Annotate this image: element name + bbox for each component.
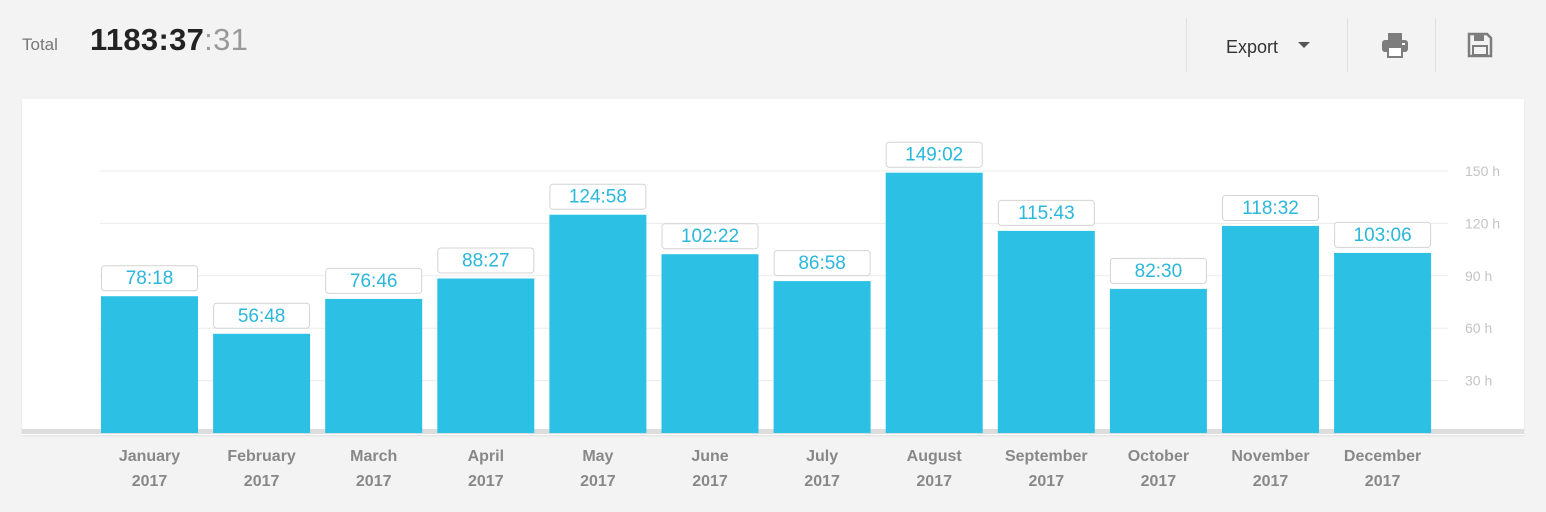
bar xyxy=(325,298,423,433)
value-label: 56:48 xyxy=(238,306,286,327)
value-label: 115:43 xyxy=(1018,203,1075,224)
value-label: 78:18 xyxy=(126,268,174,289)
category-label-month: July xyxy=(806,448,838,465)
bar xyxy=(1222,225,1319,433)
y-tick-label: 150 h xyxy=(1465,163,1500,179)
bar xyxy=(213,333,311,433)
category-label-month: January xyxy=(119,448,180,465)
category-label-month: August xyxy=(907,448,963,465)
category-label-year: 2017 xyxy=(580,473,616,490)
category-label-month: November xyxy=(1231,448,1309,465)
bar xyxy=(1334,252,1432,433)
bar xyxy=(437,278,535,433)
category-label-year: 2017 xyxy=(244,473,280,490)
value-label: 86:58 xyxy=(798,253,846,274)
category-label-year: 2017 xyxy=(1141,473,1177,490)
value-label: 76:46 xyxy=(350,271,398,292)
value-label: 118:32 xyxy=(1242,198,1299,219)
value-label: 88:27 xyxy=(462,251,510,272)
category-label-month: May xyxy=(582,448,613,465)
category-label-month: December xyxy=(1344,448,1421,465)
category-label-month: October xyxy=(1128,448,1189,465)
category-label-year: 2017 xyxy=(692,473,728,490)
category-label-year: 2017 xyxy=(916,473,952,490)
bar xyxy=(1109,288,1207,433)
category-label-year: 2017 xyxy=(1253,473,1289,490)
category-label-year: 2017 xyxy=(1029,473,1065,490)
value-label: 149:02 xyxy=(905,145,963,166)
y-tick-label: 30 h xyxy=(1465,373,1492,389)
bar xyxy=(101,296,198,433)
y-tick-label: 120 h xyxy=(1465,215,1500,231)
category-label-month: March xyxy=(350,448,397,465)
category-label-year: 2017 xyxy=(356,473,392,490)
bar xyxy=(885,172,983,433)
bar xyxy=(549,214,647,433)
value-label: 124:58 xyxy=(569,187,627,208)
y-tick-label: 90 h xyxy=(1465,268,1492,284)
value-label: 102:22 xyxy=(681,226,739,247)
category-label-year: 2017 xyxy=(132,473,168,490)
category-label-month: April xyxy=(468,448,504,465)
bar xyxy=(661,254,759,433)
bar xyxy=(773,281,871,433)
bar xyxy=(997,230,1095,433)
monthly-hours-bar-chart: 30 h 60 h 90 h 120 h 150 h 78:18 January 2017 56… xyxy=(22,141,1524,490)
value-label: 103:06 xyxy=(1354,225,1412,246)
category-label-month: June xyxy=(691,448,728,465)
category-label-year: 2017 xyxy=(804,473,840,490)
category-label-year: 2017 xyxy=(1365,473,1401,490)
y-tick-label: 60 h xyxy=(1465,320,1492,336)
category-label-year: 2017 xyxy=(468,473,504,490)
category-label-month: February xyxy=(227,448,296,465)
category-label-month: September xyxy=(1005,448,1088,465)
value-label: 82:30 xyxy=(1135,261,1183,282)
